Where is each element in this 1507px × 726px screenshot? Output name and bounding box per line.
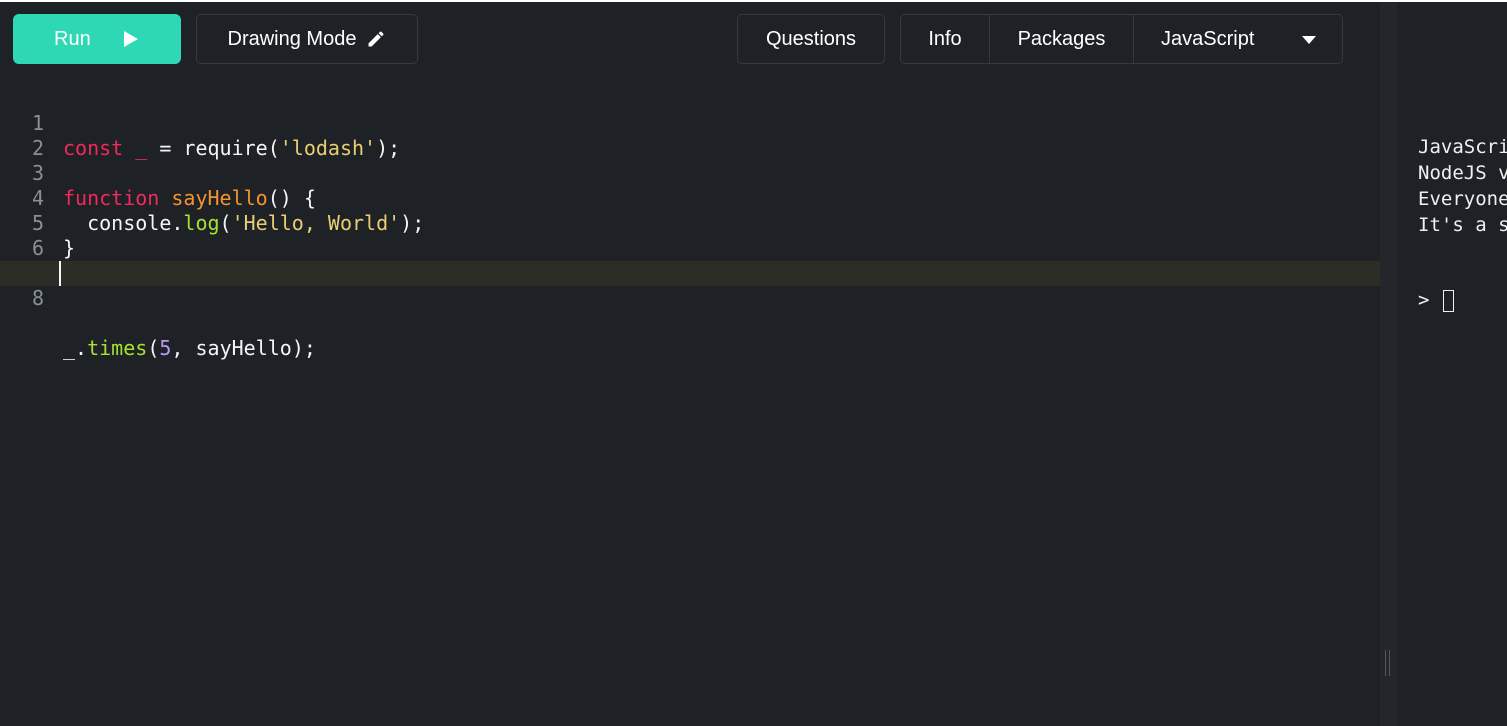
pencil-icon bbox=[368, 31, 384, 47]
window-top-border bbox=[0, 0, 1507, 2]
code-line: 4 console.log('Hello, World'); bbox=[0, 161, 1380, 235]
chevron-down-icon bbox=[1302, 36, 1316, 44]
code-line: 3 function sayHello() { bbox=[0, 136, 1380, 210]
console-line: Everyone bbox=[1418, 188, 1507, 210]
console-input-cursor[interactable] bbox=[1443, 290, 1454, 312]
questions-button[interactable]: Questions bbox=[737, 14, 885, 64]
text-cursor bbox=[59, 261, 61, 286]
code-line: 2 bbox=[0, 111, 1380, 160]
run-label: Run bbox=[54, 27, 91, 50]
drawing-mode-label: Drawing Mode bbox=[227, 27, 357, 50]
language-label: JavaScript bbox=[1161, 27, 1255, 50]
pane-resize-handle[interactable] bbox=[1380, 2, 1397, 726]
code-line: 1 const _ = require('lodash'); bbox=[0, 86, 1380, 160]
console-line: NodeJS v bbox=[1418, 162, 1507, 184]
info-label: Info bbox=[928, 27, 962, 50]
run-button[interactable]: Run bbox=[13, 14, 181, 64]
code-line: 5 } bbox=[0, 186, 1380, 260]
language-select[interactable]: JavaScript bbox=[1134, 15, 1342, 63]
drawing-mode-button[interactable]: Drawing Mode bbox=[196, 14, 418, 64]
questions-label: Questions bbox=[765, 27, 857, 50]
console-output: JavaScri NodeJS v Everyone It's a s bbox=[1418, 134, 1507, 238]
line-number: 8 bbox=[31, 286, 44, 310]
console-prompt: > bbox=[1418, 289, 1430, 311]
code-text: _.times(5, sayHello); bbox=[63, 336, 316, 360]
console-line: It's a s bbox=[1418, 214, 1507, 236]
toolbar-button-group: Info Packages JavaScript bbox=[900, 14, 1343, 64]
grip-icon bbox=[1385, 650, 1390, 676]
code-editor[interactable]: 1 const _ = require('lodash'); 2 3 funct… bbox=[0, 86, 1380, 726]
play-icon bbox=[124, 31, 138, 47]
packages-label: Packages bbox=[1017, 27, 1106, 50]
code-line-active: 8 _.times(5, sayHello); bbox=[0, 261, 1380, 360]
code-line: 6 bbox=[0, 211, 1380, 260]
code-line: 7 bbox=[0, 236, 1380, 285]
info-button[interactable]: Info bbox=[901, 15, 990, 63]
packages-button[interactable]: Packages bbox=[990, 15, 1134, 63]
console-line: JavaScri bbox=[1418, 136, 1507, 158]
console-panel[interactable]: JavaScri NodeJS v Everyone It's a s > bbox=[1397, 2, 1507, 726]
